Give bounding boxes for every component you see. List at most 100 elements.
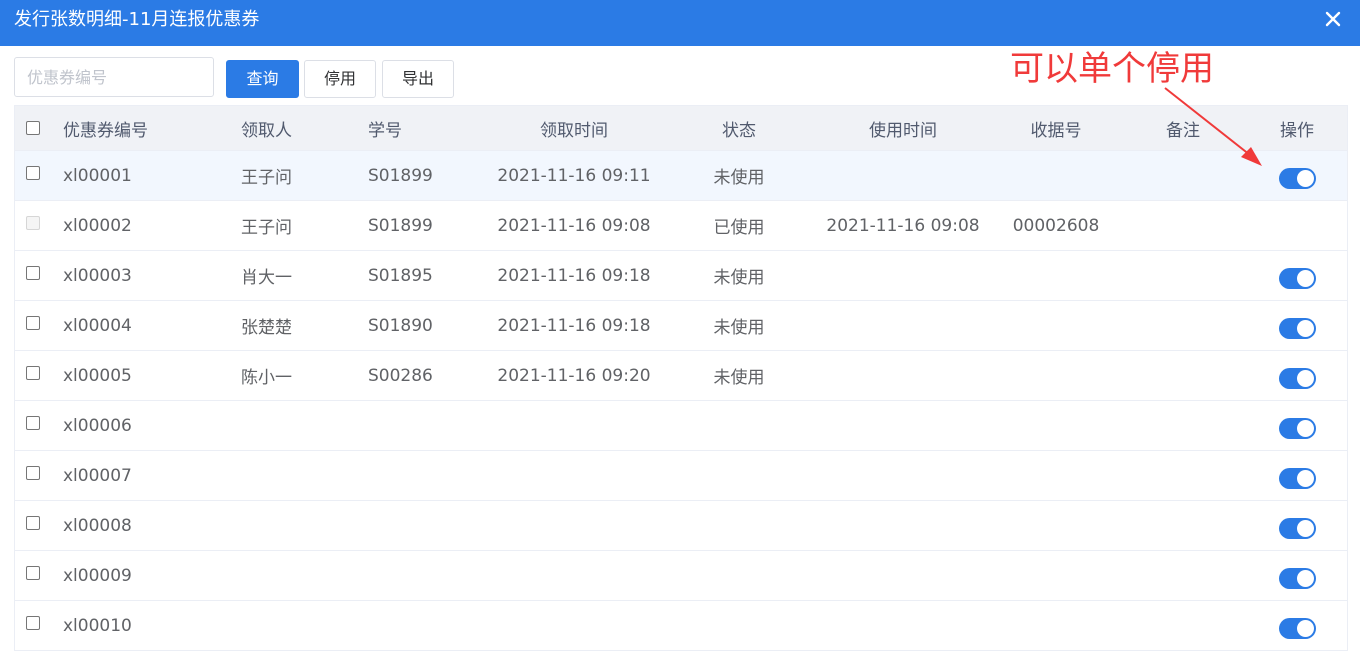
cell-get-time (481, 551, 667, 600)
header-coupon-code: 优惠券编号 (63, 120, 148, 141)
cell-get-time: 2021-11-16 09:11 (497, 165, 651, 186)
query-button[interactable]: 查询 (226, 60, 299, 98)
cell-use-time (810, 351, 996, 400)
cell-status: 未使用 (713, 268, 765, 288)
header-status: 状态 (722, 120, 756, 141)
enable-toggle-switch[interactable] (1278, 318, 1316, 339)
header-use-time: 使用时间 (869, 120, 937, 141)
row-checkbox[interactable] (26, 165, 40, 180)
table-row: xl00004 张楚楚 S01890 2021-11-16 09:18 未使用 (15, 301, 1347, 351)
cell-receipt-no (1005, 301, 1107, 350)
close-icon[interactable] (1320, 6, 1346, 32)
cell-get-time: 2021-11-16 09:18 (497, 265, 651, 286)
cell-remark (1135, 601, 1231, 650)
row-checkbox[interactable] (26, 465, 40, 480)
cell-coupon-code: xl00006 (63, 415, 132, 436)
cell-status (689, 401, 789, 450)
row-checkbox-cell (26, 498, 46, 547)
cell-receipt-no: 00002608 (1012, 215, 1100, 236)
row-checkbox-cell (26, 398, 46, 447)
cell-operation (1255, 301, 1339, 350)
table-row: xl00009 (15, 551, 1347, 601)
row-checkbox[interactable] (26, 515, 40, 530)
enable-toggle-switch[interactable] (1278, 168, 1316, 189)
cell-remark (1135, 501, 1231, 550)
cell-use-time (810, 251, 996, 300)
row-checkbox (26, 215, 40, 230)
cell-get-time: 2021-11-16 09:08 (497, 215, 651, 236)
enable-toggle-switch[interactable] (1278, 418, 1316, 439)
cell-coupon-code: xl00009 (63, 565, 132, 586)
cell-remark (1135, 251, 1231, 300)
row-checkbox-cell (26, 548, 46, 597)
cell-use-time (810, 551, 996, 600)
header-remark: 备注 (1166, 120, 1200, 141)
row-checkbox[interactable] (26, 265, 40, 280)
cell-status: 未使用 (713, 168, 765, 188)
row-checkbox[interactable] (26, 315, 40, 330)
cell-get-time (481, 501, 667, 550)
header-student-id: 学号 (368, 120, 402, 141)
cell-status: 未使用 (713, 368, 765, 388)
header-get-time: 领取时间 (540, 120, 608, 141)
cell-coupon-code: xl00010 (63, 615, 132, 636)
cell-operation (1255, 351, 1339, 400)
cell-use-time (810, 151, 996, 200)
table-body: xl00001 王子问 S01899 2021-11-16 09:11 未使用 xl000… (15, 151, 1347, 651)
enable-toggle-switch[interactable] (1278, 368, 1316, 389)
toggle-knob (1296, 370, 1314, 387)
cell-get-time: 2021-11-16 09:20 (497, 365, 651, 386)
cell-recipient: 张楚楚 (241, 318, 292, 338)
row-checkbox[interactable] (26, 415, 40, 430)
select-all-checkbox[interactable] (26, 121, 40, 135)
table-row: xl00007 (15, 451, 1347, 501)
cell-coupon-code: xl00007 (63, 465, 132, 486)
coupon-table: 优惠券编号 领取人 学号 领取时间 状态 使用时间 收据号 备注 操作 xl00… (14, 105, 1348, 651)
header-receipt-no: 收据号 (1030, 120, 1082, 141)
toggle-knob (1296, 620, 1314, 637)
cell-receipt-no (1005, 351, 1107, 400)
cell-operation (1255, 451, 1339, 500)
cell-get-time: 2021-11-16 09:18 (497, 315, 651, 336)
table-header: 优惠券编号 领取人 学号 领取时间 状态 使用时间 收据号 备注 操作 (15, 105, 1347, 151)
annotation-text: 可以单个停用 (1010, 49, 1214, 89)
row-checkbox-cell (26, 598, 46, 647)
cell-operation (1255, 201, 1339, 250)
row-checkbox-cell (26, 298, 46, 347)
cell-remark (1135, 551, 1231, 600)
enable-toggle-switch[interactable] (1278, 468, 1316, 489)
cell-recipient: 王子问 (241, 168, 292, 188)
enable-toggle-switch[interactable] (1278, 518, 1316, 539)
row-checkbox[interactable] (26, 615, 40, 630)
cell-operation (1255, 401, 1339, 450)
row-checkbox[interactable] (26, 365, 40, 380)
row-checkbox-cell (26, 148, 46, 197)
toggle-knob (1296, 270, 1314, 287)
enable-toggle-switch[interactable] (1278, 268, 1316, 289)
toggle-knob (1296, 520, 1314, 537)
cell-receipt-no (1005, 251, 1107, 300)
cell-remark (1135, 151, 1231, 200)
disable-button[interactable]: 停用 (304, 60, 376, 98)
cell-coupon-code: xl00001 (63, 165, 132, 186)
cell-student-id: S01890 (368, 315, 433, 336)
cell-recipient: 王子问 (241, 218, 292, 238)
dialog-title: 发行张数明细-11月连报优惠券 (14, 9, 260, 30)
cell-use-time (810, 301, 996, 350)
cell-remark (1135, 401, 1231, 450)
cell-use-time (810, 501, 996, 550)
enable-toggle-switch[interactable] (1278, 618, 1316, 639)
export-button[interactable]: 导出 (382, 60, 454, 98)
cell-get-time (481, 451, 667, 500)
cell-operation (1255, 151, 1339, 200)
cell-receipt-no (1005, 551, 1107, 600)
row-checkbox[interactable] (26, 565, 40, 580)
dialog-header: 发行张数明细-11月连报优惠券 (0, 0, 1360, 46)
table-row: xl00005 陈小一 S00286 2021-11-16 09:20 未使用 (15, 351, 1347, 401)
enable-toggle-switch[interactable] (1278, 568, 1316, 589)
cell-coupon-code: xl00005 (63, 365, 132, 386)
coupon-code-search-input[interactable] (14, 57, 214, 97)
cell-recipient: 陈小一 (241, 368, 292, 388)
cell-operation (1255, 601, 1339, 650)
table-row: xl00006 (15, 401, 1347, 451)
